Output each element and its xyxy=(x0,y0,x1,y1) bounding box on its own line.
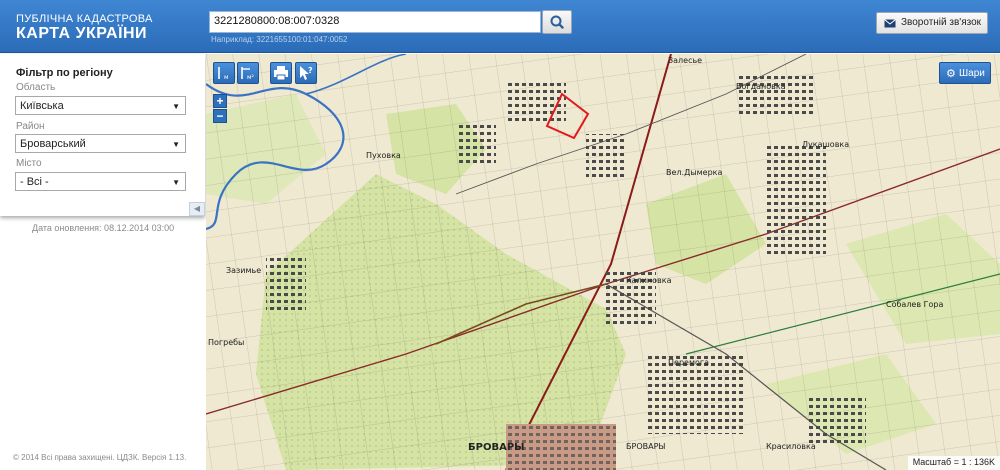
zoom-in-button[interactable]: + xyxy=(213,94,227,108)
place-label: Красиловка xyxy=(766,442,816,451)
dropdown-caret-icon: ▼ xyxy=(172,140,180,149)
header: ПУБЛІЧНА КАДАСТРОВА КАРТА УКРАЇНИ 322128… xyxy=(0,0,1000,53)
area-ruler-icon: м² xyxy=(241,67,255,81)
map-scale: Масштаб = 1 : 136K xyxy=(907,456,1000,470)
print-button[interactable] xyxy=(270,62,292,84)
collapse-sidebar-button[interactable]: ◀ xyxy=(189,202,205,216)
place-label: БРОВАРЫ xyxy=(468,442,525,453)
svg-text:м²: м² xyxy=(247,74,255,81)
svg-text:м: м xyxy=(224,74,229,81)
region-filter-panel: Фільтр по регіону Область Київська ▼ Рай… xyxy=(0,54,205,216)
feedback-button[interactable]: Зворотній зв'язок xyxy=(876,12,988,34)
svg-text:?: ? xyxy=(308,66,313,75)
place-label: Калиновка xyxy=(626,276,672,285)
dropdown-caret-icon: ▼ xyxy=(172,102,180,111)
place-label: Залесье xyxy=(668,56,703,65)
cadastral-search-input[interactable]: 3221280800:08:007:0328 xyxy=(209,11,541,33)
envelope-icon xyxy=(884,19,896,28)
brand-subtitle: ПУБЛІЧНА КАДАСТРОВА xyxy=(16,13,153,25)
place-label: Собалев Гора xyxy=(886,300,944,309)
place-label: БРОВАРЫ xyxy=(626,442,666,451)
rayon-label: Район xyxy=(16,121,45,132)
layers-label: Шари xyxy=(959,68,985,79)
copyright: © 2014 Всі права захищені. ЦДЗК. Версія … xyxy=(13,453,187,462)
place-label: Богдановка xyxy=(736,82,786,91)
brand-title[interactable]: КАРТА УКРАЇНИ xyxy=(16,25,147,43)
printer-icon xyxy=(274,66,288,81)
layers-button[interactable]: ⚙ Шари xyxy=(939,62,991,84)
search-example-hint: Наприклад: 3221655100:01:047:0052 xyxy=(211,35,348,44)
oblast-label: Область xyxy=(16,82,56,93)
place-label: Пуховка xyxy=(366,151,401,160)
misto-label: Місто xyxy=(16,158,42,169)
topographic-map[interactable] xyxy=(206,54,1000,470)
ruler-icon: м xyxy=(218,67,229,81)
gear-icon: ⚙ xyxy=(946,68,956,80)
place-label: Перемога xyxy=(668,358,709,367)
search-button[interactable] xyxy=(542,10,572,34)
settlement xyxy=(586,134,626,179)
update-date: Дата оновлення: 08.12.2014 03:00 xyxy=(32,223,175,233)
zoom-out-button[interactable]: − xyxy=(213,109,227,123)
misto-select[interactable]: - Всі - ▼ xyxy=(15,172,186,191)
place-label: Зазимье xyxy=(226,266,262,275)
map-viewport[interactable]: Пуховка Вел.Дымерка Калиновка БРОВАРЫ БР… xyxy=(206,54,1000,470)
coordinate-grid xyxy=(206,54,1000,470)
rayon-select-value: Броварський xyxy=(20,138,86,150)
settlement xyxy=(736,74,816,114)
measure-length-button[interactable]: м xyxy=(213,62,235,84)
place-label: Вел.Дымерка xyxy=(666,168,723,177)
rayon-select[interactable]: Броварський ▼ xyxy=(15,134,186,153)
search-icon xyxy=(550,15,564,29)
filter-title: Фільтр по регіону xyxy=(16,67,113,79)
settlement xyxy=(456,124,496,164)
dropdown-caret-icon: ▼ xyxy=(172,178,180,187)
settlement xyxy=(766,144,826,254)
feedback-label: Зворотній зв'язок xyxy=(901,17,982,28)
sidebar: Фільтр по регіону Область Київська ▼ Рай… xyxy=(0,54,205,470)
cursor-question-icon: ? xyxy=(300,66,313,80)
settlement xyxy=(506,79,566,124)
measure-area-button[interactable]: м² xyxy=(237,62,259,84)
misto-select-value: - Всі - xyxy=(20,176,49,188)
settlement xyxy=(806,394,866,444)
identify-button[interactable]: ? xyxy=(295,62,317,84)
oblast-select[interactable]: Київська ▼ xyxy=(15,96,186,115)
oblast-select-value: Київська xyxy=(20,100,64,112)
place-label: Лукашовка xyxy=(802,140,850,149)
settlement xyxy=(266,254,306,314)
place-label: Погребы xyxy=(208,338,245,347)
